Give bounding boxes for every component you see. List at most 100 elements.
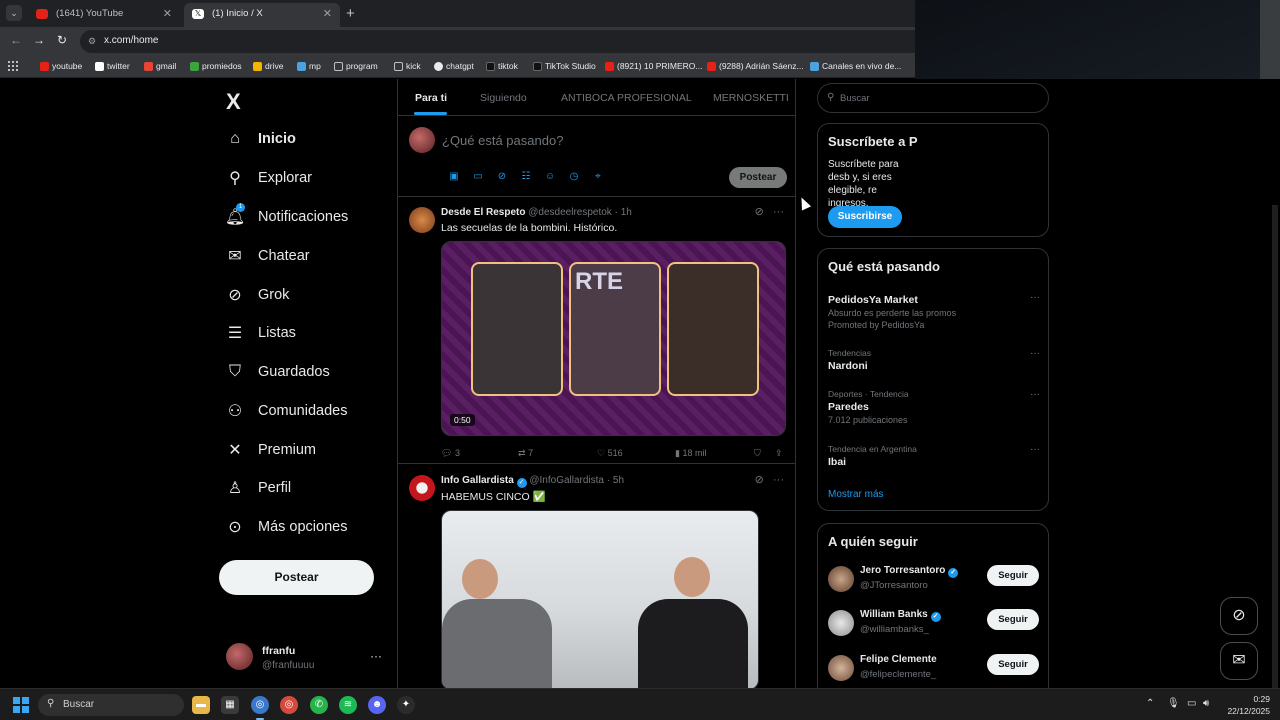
system-clock[interactable]: 0:29 22/12/2025 [1222, 693, 1270, 717]
spotify-icon[interactable]: ≋ [339, 696, 357, 714]
tab-antiboca[interactable]: ANTIBOCA PROFESIONAL [561, 92, 692, 104]
gif-icon[interactable]: ▭ [466, 171, 490, 182]
avatar[interactable] [828, 610, 854, 636]
reply-button[interactable]: 💬︎ 3 [441, 448, 460, 459]
sidebar-item-mas-opciones[interactable]: ⊙ Más opciones [225, 514, 347, 540]
trend-item[interactable]: Tendencias Nardoni ··· [828, 348, 1040, 372]
bookmark-youtube[interactable]: youtube [40, 60, 82, 74]
more-icon[interactable]: ··· [773, 474, 784, 486]
search-input[interactable]: ⚲ Buscar [817, 83, 1049, 113]
bookmark-folder-kick[interactable]: kick [394, 60, 421, 74]
close-icon[interactable]: ✕ [323, 3, 332, 25]
compose-post-button[interactable]: Postear [729, 167, 787, 188]
follow-button[interactable]: Seguir [987, 654, 1039, 675]
bookmark-chatgpt[interactable]: chatgpt [434, 60, 474, 74]
tweet-handle[interactable]: @InfoGallardista [529, 475, 604, 486]
tab-siguiendo[interactable]: Siguiendo [480, 92, 527, 104]
sidebar-item-inicio[interactable]: ⌂ Inicio [225, 126, 296, 152]
sidebar-item-chatear[interactable]: ✉ Chatear [225, 243, 309, 269]
windows-start-icon[interactable] [13, 697, 29, 713]
reload-button[interactable]: ↻ [57, 33, 67, 47]
app-icon[interactable]: ✦ [397, 696, 415, 714]
emoji-icon[interactable]: ☺ [538, 171, 562, 182]
trend-item[interactable]: Deportes · Tendencia Paredes 7.012 publi… [828, 389, 1040, 425]
tab-x-home[interactable]: 𝕏 (1) Inicio / X ✕ [184, 3, 340, 27]
bookmark-twitter[interactable]: twitter [95, 60, 130, 74]
account-menu-icon[interactable]: ··· [370, 649, 382, 663]
close-icon[interactable]: ✕ [163, 3, 172, 25]
store-icon[interactable]: ▦ [221, 696, 239, 714]
bookmark-youtube-video-1[interactable]: (8921) 10 PRIMERO... [605, 60, 703, 74]
bookmark-drive[interactable]: drive [253, 60, 283, 74]
taskbar-search[interactable]: ⚲ Buscar [38, 694, 184, 716]
tweet-image[interactable] [441, 510, 759, 688]
tab-youtube[interactable]: (1641) YouTube ✕ [28, 3, 180, 27]
more-icon[interactable]: ··· [1030, 292, 1040, 303]
tweet[interactable]: Desde El Respeto @desdeelrespetok · 1h ⊘… [398, 197, 796, 464]
avatar[interactable] [409, 127, 435, 153]
avatar[interactable] [409, 475, 435, 501]
whatsapp-icon[interactable]: ✆ [310, 696, 328, 714]
trend-item[interactable]: Tendencia en Argentina Ibai ··· [828, 444, 1040, 468]
file-explorer-icon[interactable]: ▬ [192, 696, 210, 714]
bookmark-promiedos[interactable]: promiedos [190, 60, 242, 74]
follow-suggestion[interactable]: Felipe Clemente @felipeclemente_ Seguir [828, 653, 1040, 685]
sidebar-item-explorar[interactable]: ⚲ Explorar [225, 165, 312, 191]
chrome-icon[interactable]: ◎ [251, 696, 269, 720]
more-icon[interactable]: ··· [1030, 444, 1040, 455]
more-icon[interactable]: ··· [773, 206, 784, 218]
location-icon[interactable]: ⌖ [586, 171, 610, 182]
follow-suggestion[interactable]: Jero Torresantoro ✓ @JTorresantoro Segui… [828, 564, 1040, 596]
share-icon[interactable]: ⇪ [775, 448, 783, 459]
follow-suggestion[interactable]: William Banks ✓ @williambanks_ Seguir [828, 608, 1040, 640]
grok-icon[interactable]: ⊘ [755, 474, 764, 486]
page-scrollbar[interactable] [1270, 205, 1280, 688]
bookmark-folder-program[interactable]: program [334, 60, 378, 74]
sidebar-item-perfil[interactable]: ♙ Perfil [225, 475, 291, 501]
tab-search-button[interactable]: ⌄ [6, 5, 22, 21]
grok-fab-button[interactable]: ⊘ [1220, 597, 1258, 635]
grok-icon[interactable]: ⊘ [755, 206, 764, 218]
subscribe-button[interactable]: Suscribirse [828, 206, 902, 228]
bookmark-youtube-video-2[interactable]: (9288) Adrián Sáenz... [707, 60, 804, 74]
sidebar-item-grok[interactable]: ⊘ Grok [225, 282, 289, 308]
sidebar-item-premium[interactable]: ✕ Premium [225, 437, 316, 463]
sidebar-item-guardados[interactable]: ⛉ Guardados [225, 359, 330, 385]
tab-para-ti[interactable]: Para ti [415, 92, 447, 104]
bookmark-tiktok[interactable]: tiktok [486, 60, 518, 74]
tweet-handle[interactable]: @desdeelrespetok [528, 207, 612, 218]
tweet-time[interactable]: 1h [621, 207, 632, 218]
site-info-icon[interactable]: ⚙ [88, 36, 96, 47]
trend-item[interactable]: PedidosYa Market Absurdo es perderte las… [828, 292, 1040, 330]
bookmark-gmail[interactable]: gmail [144, 60, 176, 74]
avatar[interactable] [409, 207, 435, 233]
schedule-icon[interactable]: ◷ [562, 171, 586, 182]
volume-icon[interactable]: 🔊︎ [1203, 698, 1209, 709]
grok-icon[interactable]: ⊘ [490, 171, 514, 182]
poll-icon[interactable]: ☷ [514, 171, 538, 182]
discord-icon[interactable]: ☻ [368, 696, 386, 714]
views-button[interactable]: ▮ 18 mil [675, 448, 706, 459]
tweet-author[interactable]: Info Gallardista [441, 475, 514, 486]
more-icon[interactable]: ··· [1030, 389, 1040, 400]
post-button[interactable]: Postear [219, 560, 374, 595]
avatar[interactable] [828, 566, 854, 592]
avatar[interactable] [828, 655, 854, 681]
chrome-profile-icon[interactable]: ◎ [280, 696, 298, 714]
compose-input[interactable]: ¿Qué está pasando? [442, 133, 563, 148]
forward-button[interactable]: → [33, 33, 45, 47]
tweet-author[interactable]: Desde El Respeto [441, 207, 525, 218]
bookmark-mp[interactable]: mp [297, 60, 321, 74]
tweet[interactable]: Info Gallardista ✓ @InfoGallardista · 5h… [398, 465, 796, 688]
bookmark-tiktok-studio[interactable]: TikTok Studio [533, 60, 596, 74]
address-bar[interactable]: ⚙ x.com/home [80, 30, 915, 53]
back-button[interactable]: ← [10, 33, 22, 47]
image-icon[interactable]: ▣ [442, 171, 466, 182]
follow-button[interactable]: Seguir [987, 565, 1039, 586]
show-more-link[interactable]: Mostrar más [828, 489, 884, 500]
bookmark-canales[interactable]: Canales en vivo de... [810, 60, 901, 74]
sidebar-item-notificaciones[interactable]: 🔔︎ 1 Notificaciones [225, 203, 348, 230]
more-icon[interactable]: ··· [1030, 348, 1040, 359]
network-icon[interactable]: ▭ [1187, 698, 1196, 709]
x-logo[interactable]: X [226, 89, 241, 115]
